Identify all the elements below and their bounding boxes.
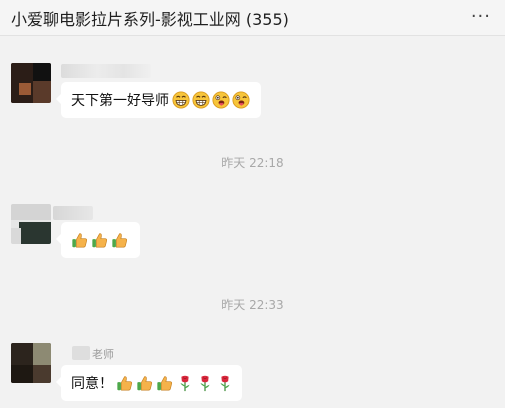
message-bubble[interactable] bbox=[56, 222, 140, 258]
grin-emoji-icon bbox=[172, 91, 190, 109]
rose-icon bbox=[220, 375, 230, 392]
thumbs-up-icon bbox=[92, 233, 108, 248]
message-text: 同意！ bbox=[71, 376, 113, 392]
thumbs-up-icon bbox=[72, 233, 88, 248]
more-dots-icon[interactable]: ··· bbox=[471, 8, 491, 26]
sender-name-redacted bbox=[53, 206, 93, 220]
thumbs-up-icon bbox=[157, 376, 173, 391]
timestamp: 昨天 22:18 bbox=[221, 156, 284, 170]
sender-name: 老师 bbox=[92, 348, 114, 361]
message-bubble[interactable]: 天下第一好导师 bbox=[56, 82, 261, 118]
avatar[interactable] bbox=[11, 204, 51, 244]
chat-header: 小爱聊电影拉片系列-影视工业网 (355) ··· bbox=[0, 0, 505, 36]
tongue-wink-emoji-icon bbox=[212, 91, 230, 109]
sender-name-redacted bbox=[72, 346, 90, 360]
timestamp: 昨天 22:33 bbox=[221, 298, 284, 312]
message-text: 天下第一好导师 bbox=[71, 93, 169, 109]
thumbs-up-icon bbox=[137, 376, 153, 391]
sender-name-redacted bbox=[61, 64, 151, 78]
thumbs-up-icon bbox=[112, 233, 128, 248]
chat-title: 小爱聊电影拉片系列-影视工业网 (355) bbox=[11, 10, 289, 29]
rose-icon bbox=[180, 375, 190, 392]
avatar[interactable] bbox=[11, 63, 51, 103]
tongue-wink-emoji-icon bbox=[232, 91, 250, 109]
grin-emoji-icon bbox=[192, 91, 210, 109]
rose-icon bbox=[200, 375, 210, 392]
message-bubble[interactable]: 同意！ bbox=[56, 365, 242, 401]
thumbs-up-icon bbox=[117, 376, 133, 391]
avatar[interactable] bbox=[11, 343, 51, 383]
